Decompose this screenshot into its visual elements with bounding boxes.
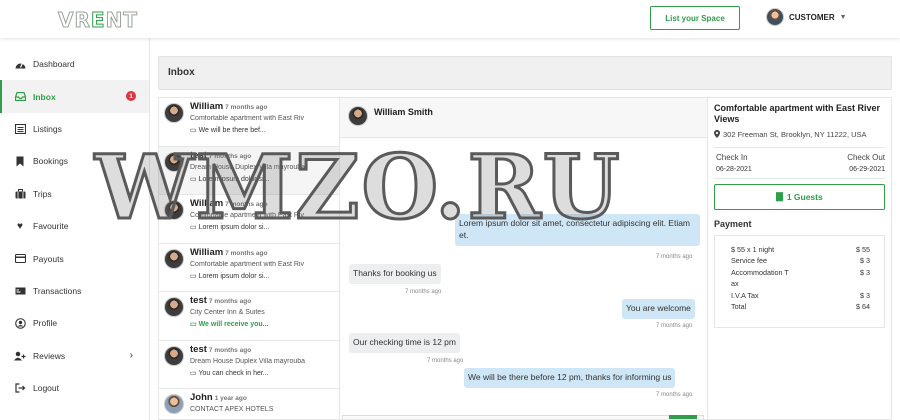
page-title: Inbox (158, 56, 892, 90)
list-item[interactable]: William 7 months ago Comfortable apartmen… (159, 244, 339, 292)
payment-row: I.V.A Tax $ 3 (731, 290, 870, 300)
top-bar: VRENT List your Space CUSTOMER ▼ (0, 0, 900, 38)
check-in-date: 06-28-2021 (716, 165, 752, 173)
booking-details-panel: Comfortable apartment with East River Vi… (708, 97, 892, 420)
avatar (164, 248, 184, 269)
payment-heading: Payment (714, 218, 752, 229)
guests-button[interactable]: ▇ 1 Guests (714, 183, 885, 210)
user-menu[interactable]: CUSTOMER ▼ (766, 8, 847, 26)
sidebar-item-label: Bookings (33, 156, 68, 167)
sidebar-item-label: Listings (33, 123, 62, 134)
comment-icon: ▭ (190, 127, 197, 134)
payment-row: $ 55 x 1 night $ 55 (731, 244, 870, 254)
user-label: CUSTOMER (789, 12, 835, 22)
sidebar-item-logout[interactable]: Logout (0, 372, 149, 404)
message-input[interactable] (342, 415, 704, 419)
payment-row: Service fee $ 3 (731, 256, 870, 266)
message-bubble: Our checking time is 12 pm (349, 333, 460, 353)
conversation-preview: We will receive you... (198, 321, 269, 328)
sidebar-item-label: Favourite (33, 221, 69, 232)
message-time: 7 months ago (656, 323, 693, 329)
sidebar-item-label: Reviews (33, 350, 66, 361)
list-item[interactable]: John 1 year ago CONTACT APEX HOTELS (159, 389, 339, 419)
check-out-label: Check Out (847, 152, 885, 162)
avatar (164, 345, 184, 366)
conversation-preview: Lorem ipsum dolor si... (198, 272, 270, 280)
list-your-space-button[interactable]: List your Space (650, 6, 740, 30)
comment-icon: ▭ (190, 321, 197, 328)
message-bubble: You are welcome (622, 299, 695, 319)
payment-row: Accommodation Tax $ 3 (731, 267, 870, 289)
sidebar-item-profile[interactable]: Profile (0, 307, 149, 339)
message-bubble: Thanks for booking us (349, 264, 441, 284)
conversation-preview: We will be there bef... (198, 127, 266, 134)
chat-header: William Smith (340, 98, 707, 138)
conversation-property: Comfortable apartment with East Riv (190, 115, 304, 122)
conversation-property: Comfortable apartment with East Riv (190, 260, 304, 268)
conversation-preview: You can check in her... (198, 369, 269, 377)
list-item[interactable]: test 7 months ago City Center Inn & Suite… (159, 292, 339, 341)
credit-card-icon (14, 253, 26, 265)
booking-dates: Check In 06-28-2021 Check Out 06-29-2021 (714, 146, 885, 179)
vrent-logo[interactable]: VRENT (58, 8, 138, 33)
comment-icon: ▭ (190, 369, 197, 377)
sidebar-item-transactions[interactable]: Transactions (0, 275, 149, 307)
sidebar-item-label: Inbox (33, 91, 56, 102)
message-bubble: We will be there before 12 pm, thanks fo… (464, 368, 676, 388)
suitcase-icon (14, 188, 26, 200)
sidebar-item-payouts[interactable]: Payouts (0, 242, 149, 274)
conversation-property: CONTACT APEX HOTELS (190, 406, 274, 413)
users-icon (14, 350, 26, 362)
sidebar-item-label: Dashboard (33, 59, 75, 70)
money-icon (14, 285, 26, 297)
chat-contact-name: William Smith (374, 107, 433, 117)
sidebar-item-label: Profile (33, 318, 58, 329)
bookmark-icon (14, 155, 26, 167)
user-circle-icon (14, 317, 26, 329)
payment-summary: $ 55 x 1 night $ 55 Service fee $ 3 Accomm… (714, 234, 885, 328)
watermark: WMZO.RU (94, 135, 622, 239)
send-button[interactable] (669, 415, 697, 419)
conversation-property: City Center Inn & Suites (190, 309, 265, 316)
property-address: 302 Freeman St, Brooklyn, NY 11222, USA (723, 130, 867, 139)
unread-badge: 1 (126, 91, 136, 102)
list-item[interactable]: test 7 months ago Dream House Duplex Vill… (159, 341, 339, 389)
avatar (164, 297, 184, 317)
message-time: 7 months ago (656, 254, 693, 260)
property-title: Comfortable apartment with East River Vi… (714, 103, 881, 125)
sidebar-item-label: Trips (33, 188, 52, 199)
chevron-right-icon: › (129, 350, 133, 362)
sidebar-item-dashboard[interactable]: Dashboard (0, 48, 149, 80)
avatar (164, 394, 184, 414)
heart-icon: ♥ (17, 220, 23, 232)
check-out-date: 06-29-2021 (849, 165, 885, 173)
sidebar-item-label: Logout (33, 383, 59, 394)
list-icon (14, 123, 26, 135)
message-time: 7 months ago (405, 289, 442, 295)
message-time: 7 months ago (656, 392, 693, 398)
sidebar-item-label: Payouts (33, 253, 64, 264)
check-in-label: Check In (716, 152, 748, 162)
payment-row: Total $ 64 (731, 302, 870, 312)
avatar (348, 106, 368, 126)
comment-icon: ▭ (190, 272, 197, 280)
sidebar-item-inbox[interactable]: Inbox 1 (0, 80, 149, 113)
conversation-property: Dream House Duplex Villa mayrouba (190, 357, 306, 365)
inbox-icon (14, 91, 26, 103)
sidebar-item-reviews[interactable]: Reviews › (0, 340, 149, 372)
message-time: 7 months ago (427, 358, 464, 364)
avatar (164, 103, 184, 123)
map-marker-icon (714, 129, 720, 140)
sidebar-item-label: Transactions (33, 285, 82, 296)
avatar (766, 8, 784, 26)
chevron-down-icon: ▼ (839, 13, 847, 21)
logout-icon (14, 382, 26, 394)
user-icon: ▇ (776, 191, 783, 201)
dashboard-icon (14, 58, 26, 70)
